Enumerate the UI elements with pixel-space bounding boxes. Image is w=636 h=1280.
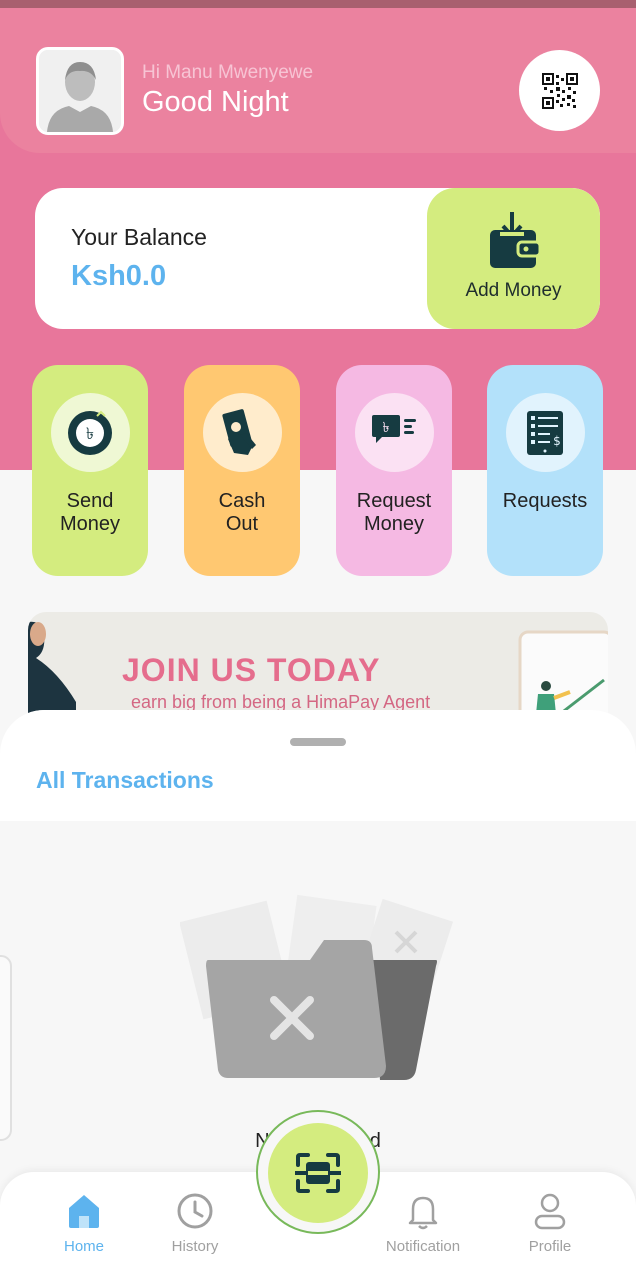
- balance-value: Ksh0.0: [71, 260, 167, 292]
- wallet-download-icon: [489, 212, 541, 268]
- user-avatar-icon: [39, 50, 121, 132]
- requests-label: Requests: [502, 490, 588, 512]
- send-money-button[interactable]: ৳ Send Money: [32, 365, 148, 576]
- banner-title: JOIN US TODAY: [122, 652, 381, 688]
- side-drawer-handle[interactable]: [0, 955, 12, 1141]
- sheet-header: All Transactions: [0, 710, 636, 821]
- send-money-icon-circle: ৳: [50, 393, 130, 472]
- request-money-icon: ৳: [372, 414, 416, 443]
- empty-folder-icon: [180, 894, 454, 1080]
- greeting-name: Hi Manu Mwenyewe: [142, 62, 314, 83]
- nav-history-label: History: [171, 1238, 219, 1255]
- svg-text:$: $: [553, 434, 561, 448]
- requests-icon-circle: $: [505, 393, 585, 472]
- scan-icon: [295, 1153, 341, 1193]
- bell-icon: [408, 1196, 438, 1230]
- svg-text:৳: ৳: [383, 420, 390, 436]
- cash-out-icon-circle: [202, 393, 282, 472]
- requests-icon: $: [527, 410, 563, 455]
- status-bar-strip: [0, 0, 636, 8]
- send-money-icon: ৳: [68, 410, 112, 455]
- sheet-drag-handle[interactable]: [290, 738, 346, 746]
- nav-profile-label: Profile: [528, 1238, 572, 1255]
- profile-icon: [534, 1193, 566, 1230]
- greeting-text: Good Night: [142, 86, 289, 118]
- send-money-label: Send Money: [59, 490, 121, 535]
- request-money-icon-circle: ৳: [354, 393, 434, 472]
- nav-notification-label: Notification: [385, 1238, 461, 1255]
- clock-icon: [177, 1193, 213, 1229]
- nav-home[interactable]: Home: [29, 1192, 139, 1255]
- cash-out-icon: [222, 408, 256, 455]
- balance-card: Your Balance Ksh0.0 Add Money: [35, 188, 600, 329]
- add-money-label: Add Money: [465, 280, 562, 301]
- nav-history[interactable]: History: [140, 1192, 250, 1255]
- balance-label: Your Balance: [71, 224, 207, 250]
- nav-home-label: Home: [63, 1238, 104, 1255]
- cash-out-button[interactable]: Cash Out: [184, 365, 300, 576]
- scan-button[interactable]: [268, 1123, 368, 1223]
- requests-button[interactable]: $ Requests: [487, 365, 603, 576]
- cash-out-label: Cash Out: [218, 490, 266, 535]
- qr-code-button[interactable]: [519, 50, 600, 131]
- svg-text:৳: ৳: [86, 424, 94, 443]
- nav-profile[interactable]: Profile: [495, 1192, 605, 1255]
- qr-code-icon: [541, 72, 578, 109]
- nav-notification[interactable]: Notification: [368, 1192, 478, 1255]
- avatar[interactable]: [36, 47, 124, 135]
- request-money-label: Request Money: [356, 490, 432, 535]
- transactions-title[interactable]: All Transactions: [36, 767, 214, 794]
- add-money-button[interactable]: Add Money: [427, 188, 600, 329]
- home-icon: [69, 1195, 99, 1228]
- request-money-button[interactable]: ৳ Request Money: [336, 365, 452, 576]
